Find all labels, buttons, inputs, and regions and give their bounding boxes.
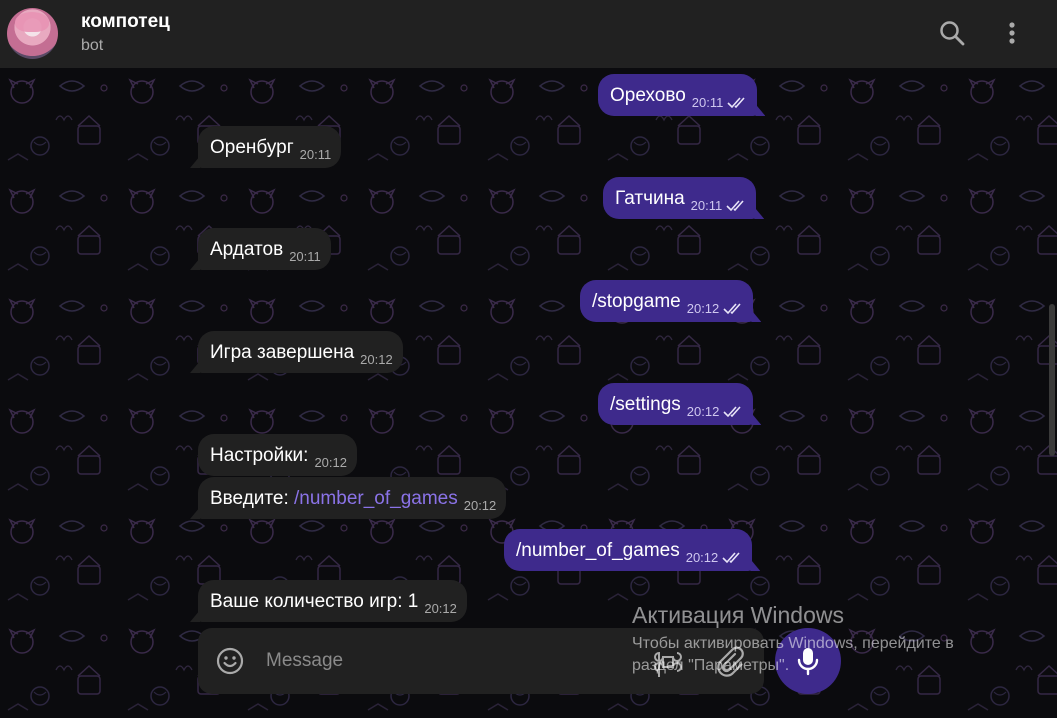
message-time: 20:11 bbox=[690, 198, 723, 213]
microphone-button[interactable] bbox=[775, 628, 841, 694]
message-time: 20:12 bbox=[686, 301, 720, 316]
message-incoming[interactable]: Ваше количество игр: 1 20:12 bbox=[190, 580, 467, 622]
more-icon bbox=[1009, 22, 1015, 44]
message-incoming[interactable]: Оренбург 20:11 bbox=[190, 126, 342, 168]
message-input[interactable] bbox=[266, 647, 626, 675]
message-time: 20:12 bbox=[685, 550, 719, 565]
message-time: 20:12 bbox=[314, 455, 347, 470]
search-button[interactable] bbox=[934, 15, 970, 51]
message-composer bbox=[198, 628, 764, 694]
message-time: 20:12 bbox=[424, 601, 457, 616]
double-check-icon bbox=[723, 406, 741, 418]
message-time: 20:11 bbox=[691, 95, 724, 110]
message-outgoing[interactable]: /number_of_games 20:12 bbox=[504, 529, 761, 571]
message-time: 20:11 bbox=[289, 249, 321, 264]
message-time: 20:12 bbox=[463, 498, 497, 513]
message-text: /number_of_games bbox=[516, 540, 680, 561]
double-check-icon bbox=[722, 552, 740, 564]
more-button[interactable] bbox=[994, 15, 1030, 51]
message-outgoing[interactable]: Орехово 20:11 bbox=[598, 74, 766, 116]
avatar[interactable] bbox=[7, 8, 58, 59]
message-text: Ваше количество игр: 1 bbox=[210, 591, 419, 612]
message-text: Оренбург bbox=[210, 137, 294, 158]
double-check-icon bbox=[727, 97, 745, 109]
message-incoming[interactable]: Настройки: 20:12 bbox=[198, 434, 357, 476]
chat-header: компотец bot bbox=[0, 0, 1057, 68]
message-time: 20:11 bbox=[299, 147, 332, 162]
message-text: Орехово bbox=[610, 85, 686, 106]
chat-title[interactable]: компотец bbox=[81, 11, 170, 33]
message-text: /stopgame bbox=[592, 291, 681, 312]
message-text: /settings bbox=[610, 394, 681, 415]
message-outgoing[interactable]: Гатчина 20:11 bbox=[603, 177, 765, 219]
message-text-prefix: Введите: bbox=[210, 488, 295, 509]
message-incoming[interactable]: Игра завершена 20:12 bbox=[190, 331, 403, 373]
attach-icon[interactable] bbox=[713, 645, 745, 677]
message-text: Игра завершена bbox=[210, 342, 355, 363]
message-text: Ардатов bbox=[210, 239, 284, 260]
message-time: 20:12 bbox=[360, 352, 393, 367]
search-icon bbox=[940, 21, 965, 46]
chat-background-pattern bbox=[0, 68, 1057, 718]
double-check-icon bbox=[726, 200, 744, 212]
chat-subtitle: bot bbox=[81, 37, 104, 54]
message-outgoing[interactable]: /stopgame 20:12 bbox=[580, 280, 762, 322]
message-incoming[interactable]: Введите: /number_of_games 20:12 bbox=[190, 477, 507, 519]
message-time: 20:12 bbox=[686, 404, 720, 419]
message-outgoing[interactable]: /settings 20:12 bbox=[598, 383, 762, 425]
message-text: Гатчина bbox=[615, 188, 685, 209]
message-incoming[interactable]: Ардатов 20:11 bbox=[190, 228, 331, 270]
microphone-icon bbox=[797, 648, 819, 676]
command-link[interactable]: /number_of_games bbox=[294, 488, 458, 509]
message-text: Введите: /number_of_games bbox=[210, 487, 458, 511]
message-text: Настройки: bbox=[210, 445, 309, 466]
emoji-icon[interactable] bbox=[216, 647, 244, 675]
command-icon[interactable] bbox=[652, 646, 684, 678]
chat-scrollbar[interactable] bbox=[1049, 304, 1055, 456]
double-check-icon bbox=[723, 303, 741, 315]
chat-area[interactable]: Орехово 20:11 Оренбург 20:11 Гатчина 20:… bbox=[0, 68, 1057, 718]
